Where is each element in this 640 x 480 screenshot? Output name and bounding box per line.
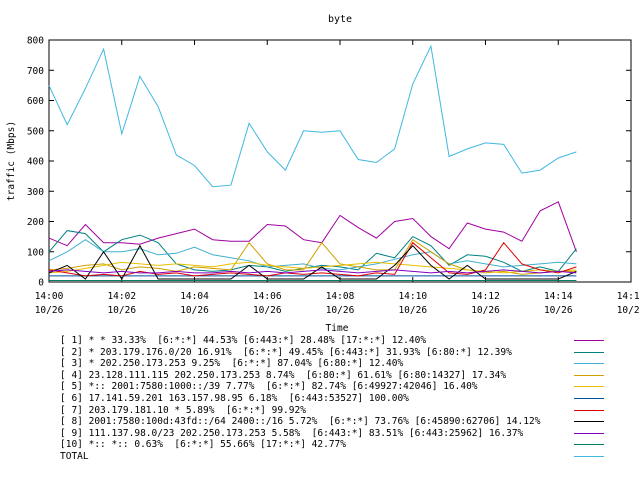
legend-swatch: [574, 374, 604, 376]
legend-entry-label: [ 3] * 202.250.173.253 9.25% [6:*:*] 87.…: [60, 358, 404, 370]
legend-entry-label: TOTAL: [60, 451, 89, 462]
legend-swatch: [574, 340, 604, 341]
legend-swatch: [574, 432, 604, 434]
legend-entry-label: [ 5] *:: 2001:7580:1000::/39 7.77% [6:*:…: [60, 381, 478, 393]
legend-entry-label: [ 7] 203.179.181.10 * 5.89% [6:*:*] 99.9…: [60, 404, 306, 416]
legend-swatch: [574, 363, 604, 365]
legend-swatch: [574, 456, 604, 457]
legend-swatch: [574, 398, 604, 399]
legend-swatch: [574, 409, 604, 411]
legend-entry-label: [10] *:: *:: 0.63% [6:*:*] 55.66% [17:*:…: [60, 439, 346, 451]
legend-swatch: [574, 421, 604, 423]
legend-swatch: [574, 351, 604, 353]
legend-entry-label: [ 8] 2001:7580:100d:43fd::/64 2400::/16 …: [60, 416, 541, 428]
legend-entry-label: [ 4] 23.128.111.115 202.250.173.253 8.74…: [60, 369, 507, 381]
legend: [ 1] * * 33.33% [6:*:*] 44.53% [6:443:*]…: [0, 0, 640, 480]
legend-swatch: [574, 444, 604, 446]
legend-entry-label: [ 6] 17.141.59.201 163.157.98.95 6.18% […: [60, 393, 409, 404]
legend-entry-label: [ 2] * 203.179.176.0/20 16.91% [6:*:*] 4…: [60, 346, 512, 358]
legend-entry-label: [ 9] 111.137.98.0/23 202.250.173.253 5.5…: [60, 427, 524, 439]
legend-swatch: [574, 386, 604, 388]
legend-entry-label: [ 1] * * 33.33% [6:*:*] 44.53% [6:443:*]…: [60, 335, 427, 346]
